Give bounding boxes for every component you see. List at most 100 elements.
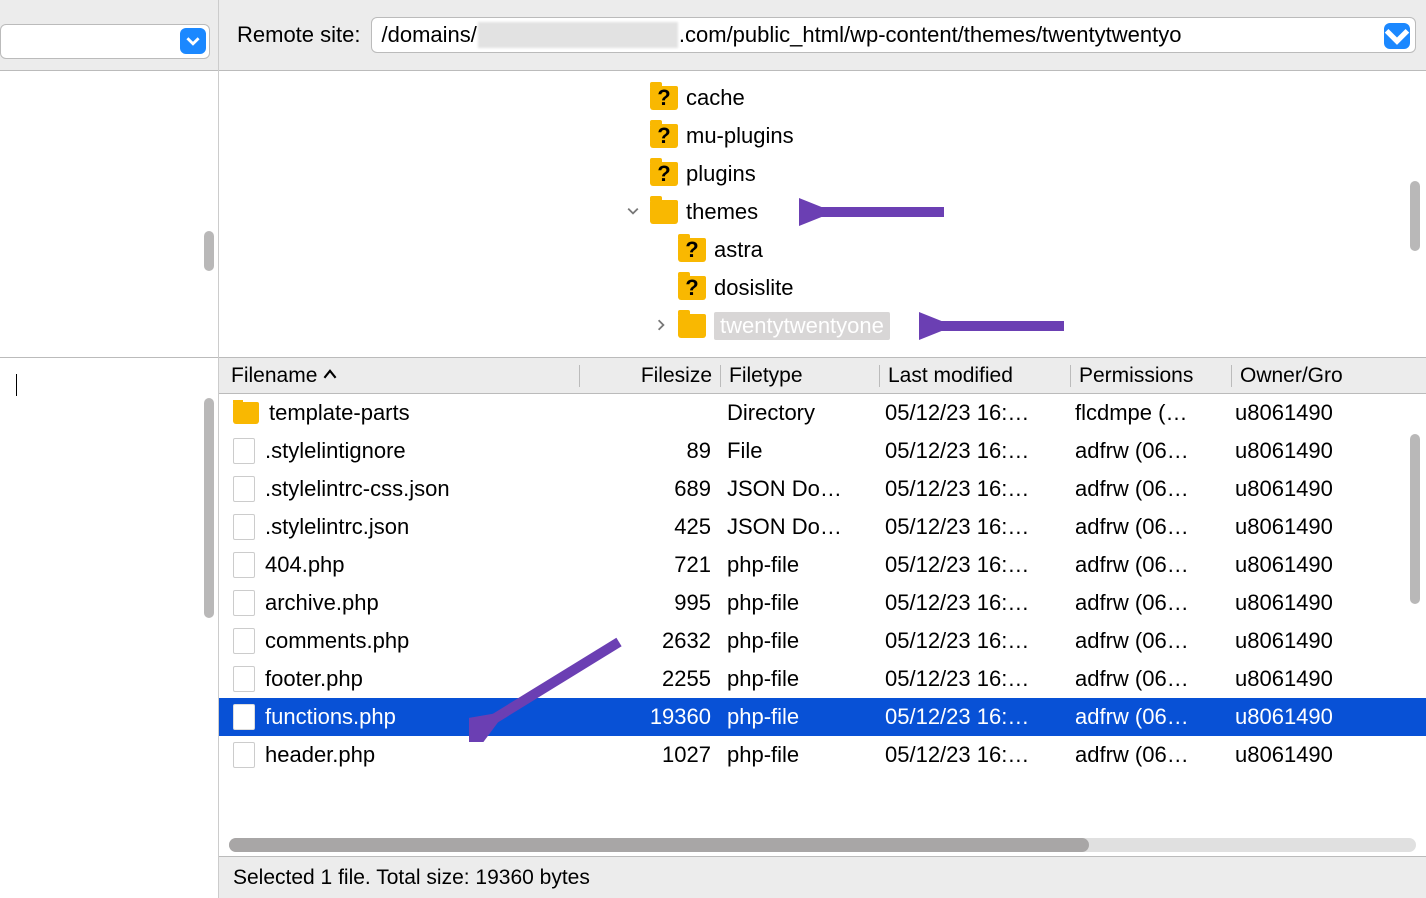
cell-filename: header.php: [219, 742, 579, 768]
file-row[interactable]: footer.php2255php-file05/12/23 16:…adfrw…: [219, 660, 1426, 698]
cell-size: 2632: [579, 628, 719, 654]
local-path-input[interactable]: [0, 24, 210, 59]
cell-type: php-file: [719, 628, 877, 654]
cell-type: php-file: [719, 552, 877, 578]
cell-permissions: adfrw (06…: [1067, 552, 1227, 578]
cell-type: JSON Do…: [719, 476, 877, 502]
cell-modified: 05/12/23 16:…: [877, 400, 1067, 426]
cell-owner: u8061490: [1227, 704, 1426, 730]
scrollbar-thumb[interactable]: [204, 398, 214, 618]
local-pane: [0, 0, 219, 898]
remote-tree[interactable]: ?cache?mu-plugins?pluginsthemes?astra?do…: [219, 71, 1426, 358]
sort-ascending-icon: [323, 364, 337, 388]
file-row[interactable]: .stylelintrc.json425JSON Do…05/12/23 16:…: [219, 508, 1426, 546]
tree-item-mu-plugins[interactable]: ?mu-plugins: [219, 117, 1426, 155]
file-icon: [233, 590, 255, 616]
local-address-bar: [0, 0, 218, 71]
status-text: Selected 1 file. Total size: 19360 bytes: [233, 866, 590, 890]
status-bar: Selected 1 file. Total size: 19360 bytes: [219, 856, 1426, 898]
cell-owner: u8061490: [1227, 590, 1426, 616]
col-filetype[interactable]: Filetype: [721, 364, 879, 388]
remote-file-list[interactable]: template-partsDirectory05/12/23 16:…flcd…: [219, 394, 1426, 836]
cell-type: File: [719, 438, 877, 464]
file-row[interactable]: .stylelintignore89File05/12/23 16:…adfrw…: [219, 432, 1426, 470]
remote-path-input[interactable]: /domains/ .com/public_html/wp-content/the…: [371, 17, 1417, 53]
file-icon: [233, 514, 255, 540]
cell-permissions: adfrw (06…: [1067, 438, 1227, 464]
filename-label: comments.php: [265, 628, 409, 654]
cell-permissions: adfrw (06…: [1067, 476, 1227, 502]
tree-item-themes[interactable]: themes: [219, 193, 1426, 231]
cell-size: 19360: [579, 704, 719, 730]
tree-item-cache[interactable]: ?cache: [219, 79, 1426, 117]
local-tree[interactable]: [0, 71, 218, 358]
file-icon: [233, 704, 255, 730]
file-row[interactable]: functions.php19360php-file05/12/23 16:…a…: [219, 698, 1426, 736]
remote-pane: Remote site: /domains/ .com/public_html/w…: [219, 0, 1426, 898]
col-modified[interactable]: Last modified: [880, 364, 1070, 388]
cell-filename: .stylelintrc-css.json: [219, 476, 579, 502]
col-owner[interactable]: Owner/Gro: [1232, 364, 1426, 388]
filename-label: .stylelintignore: [265, 438, 406, 464]
cell-filename: comments.php: [219, 628, 579, 654]
file-icon: [233, 628, 255, 654]
scrollbar-thumb[interactable]: [204, 231, 214, 271]
filename-label: .stylelintrc.json: [265, 514, 409, 540]
file-row[interactable]: archive.php995php-file05/12/23 16:…adfrw…: [219, 584, 1426, 622]
folder-icon: [678, 314, 706, 338]
file-row[interactable]: header.php1027php-file05/12/23 16:…adfrw…: [219, 736, 1426, 774]
tree-item-astra[interactable]: ?astra: [219, 231, 1426, 269]
cell-size: 1027: [579, 742, 719, 768]
cell-permissions: adfrw (06…: [1067, 742, 1227, 768]
local-path-dropdown[interactable]: [180, 28, 206, 54]
cell-modified: 05/12/23 16:…: [877, 590, 1067, 616]
file-row[interactable]: comments.php 2632php-file05/12/23 16:…adf…: [219, 622, 1426, 660]
scrollbar-thumb[interactable]: [1410, 434, 1420, 604]
cell-permissions: adfrw (06…: [1067, 628, 1227, 654]
cell-permissions: adfrw (06…: [1067, 514, 1227, 540]
file-row[interactable]: 404.php721php-file05/12/23 16:…adfrw (06…: [219, 546, 1426, 584]
file-icon: [233, 666, 255, 692]
cell-owner: u8061490: [1227, 552, 1426, 578]
cell-size: 425: [579, 514, 719, 540]
tree-item-dosislite[interactable]: ?dosislite: [219, 269, 1426, 307]
remote-site-label: Remote site:: [237, 22, 361, 48]
path-prefix: /domains/: [382, 22, 477, 48]
cell-modified: 05/12/23 16:…: [877, 742, 1067, 768]
redacted-domain: [478, 22, 678, 48]
scrollbar-thumb[interactable]: [229, 838, 1089, 852]
col-filename[interactable]: Filename: [219, 364, 579, 388]
cell-type: php-file: [719, 590, 877, 616]
tree-item-twentytwentyone[interactable]: twentytwentyone: [219, 307, 1426, 345]
file-row[interactable]: .stylelintrc-css.json689JSON Do…05/12/23…: [219, 470, 1426, 508]
cell-type: Directory: [719, 400, 877, 426]
path-suffix: .com/public_html/wp-content/themes/twent…: [679, 22, 1182, 48]
cell-filename: archive.php: [219, 590, 579, 616]
tree-item-plugins[interactable]: ?plugins: [219, 155, 1426, 193]
file-row[interactable]: template-partsDirectory05/12/23 16:…flcd…: [219, 394, 1426, 432]
cell-size: 721: [579, 552, 719, 578]
chevron-down-icon[interactable]: [624, 204, 642, 220]
folder-unknown-icon: ?: [650, 86, 678, 110]
file-list-header[interactable]: Filename Filesize Filetype Last modified…: [219, 358, 1426, 394]
horizontal-scrollbar[interactable]: [229, 838, 1416, 852]
filename-label: footer.php: [265, 666, 363, 692]
cell-size: 689: [579, 476, 719, 502]
chevron-right-icon[interactable]: [652, 318, 670, 334]
col-filesize[interactable]: Filesize: [580, 364, 720, 388]
col-permissions[interactable]: Permissions: [1071, 364, 1231, 388]
cell-modified: 05/12/23 16:…: [877, 628, 1067, 654]
file-icon: [233, 742, 255, 768]
folder-unknown-icon: ?: [650, 162, 678, 186]
folder-unknown-icon: ?: [678, 276, 706, 300]
cell-modified: 05/12/23 16:…: [877, 666, 1067, 692]
chevron-down-icon: [186, 34, 200, 48]
local-file-list[interactable]: [0, 358, 218, 898]
file-icon: [233, 552, 255, 578]
cell-owner: u8061490: [1227, 400, 1426, 426]
tree-item-label: twentytwentyone: [714, 312, 890, 340]
cell-filename: .stylelintignore: [219, 438, 579, 464]
annotation-arrow: [799, 197, 949, 227]
cell-modified: 05/12/23 16:…: [877, 476, 1067, 502]
remote-path-dropdown[interactable]: [1384, 23, 1410, 49]
